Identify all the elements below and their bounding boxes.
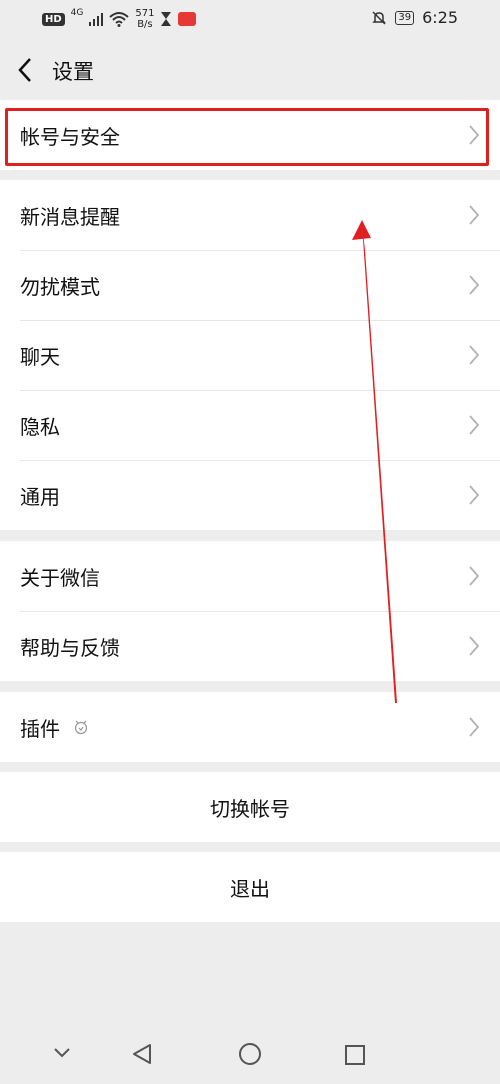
network-speed: 571 B/s	[135, 8, 154, 30]
settings-item-label: 聊天	[20, 344, 60, 369]
nav-home-icon[interactable]	[238, 1042, 262, 1066]
account-group: 帐号与安全	[0, 100, 500, 170]
page-title: 设置	[52, 60, 94, 84]
settings-item-privacy[interactable]: 隐私	[0, 390, 500, 460]
back-arrow-icon[interactable]	[14, 56, 38, 84]
chevron-right-icon	[469, 415, 480, 435]
nav-header: 设置	[0, 40, 500, 100]
chevron-right-icon	[469, 566, 480, 586]
settings-item-account-security[interactable]: 帐号与安全	[0, 100, 500, 170]
clock: 6:25	[422, 8, 458, 27]
battery-icon: 39	[395, 10, 415, 25]
settings-item-new-message-alerts[interactable]: 新消息提醒	[0, 180, 500, 250]
plugin-icon	[74, 720, 88, 735]
chevron-right-icon	[469, 485, 480, 505]
main-settings-group: 新消息提醒 勿扰模式 聊天 隐私 通用	[0, 180, 500, 530]
about-group: 关于微信 帮助与反馈	[0, 541, 500, 681]
mute-bell-icon	[372, 10, 387, 25]
chevron-right-icon	[469, 275, 480, 295]
chevron-right-icon	[469, 345, 480, 365]
speed-value: 571	[135, 8, 155, 19]
hd-badge: HD	[42, 12, 65, 26]
signal-icon	[89, 13, 104, 26]
settings-item-about-wechat[interactable]: 关于微信	[0, 541, 500, 611]
wifi-icon	[109, 12, 130, 27]
speed-unit: B/s	[137, 19, 153, 30]
settings-item-general[interactable]: 通用	[0, 460, 500, 530]
app-notification-icon	[178, 12, 197, 26]
settings-item-label: 隐私	[20, 414, 60, 439]
chevron-right-icon	[469, 205, 480, 225]
settings-item-label: 通用	[20, 484, 60, 509]
network-type: 4G	[70, 8, 84, 18]
hourglass-icon	[161, 12, 172, 26]
settings-item-help-feedback[interactable]: 帮助与反馈	[0, 611, 500, 681]
settings-item-label: 勿扰模式	[20, 274, 100, 299]
status-bar: HD 4G 571 B/s 39 6:25	[0, 0, 500, 40]
chevron-down-icon[interactable]	[52, 1046, 72, 1060]
settings-item-do-not-disturb[interactable]: 勿扰模式	[0, 250, 500, 320]
settings-item-chat[interactable]: 聊天	[0, 320, 500, 390]
settings-item-plugins[interactable]: 插件	[0, 692, 500, 762]
plugins-group: 插件	[0, 692, 500, 762]
chevron-right-icon	[469, 125, 480, 145]
nav-back-icon[interactable]	[130, 1042, 154, 1066]
settings-item-label: 新消息提醒	[20, 204, 120, 229]
logout-button[interactable]: 退出	[0, 852, 500, 922]
settings-item-label: 帐号与安全	[20, 124, 120, 149]
system-nav-bar	[0, 1030, 500, 1084]
settings-item-label: 帮助与反馈	[20, 635, 120, 660]
settings-item-label: 关于微信	[20, 565, 100, 590]
settings-item-label: 插件	[20, 716, 60, 741]
nav-recents-icon[interactable]	[344, 1044, 366, 1066]
chevron-right-icon	[469, 717, 480, 737]
switch-account-button[interactable]: 切换帐号	[0, 772, 500, 842]
chevron-right-icon	[469, 636, 480, 656]
